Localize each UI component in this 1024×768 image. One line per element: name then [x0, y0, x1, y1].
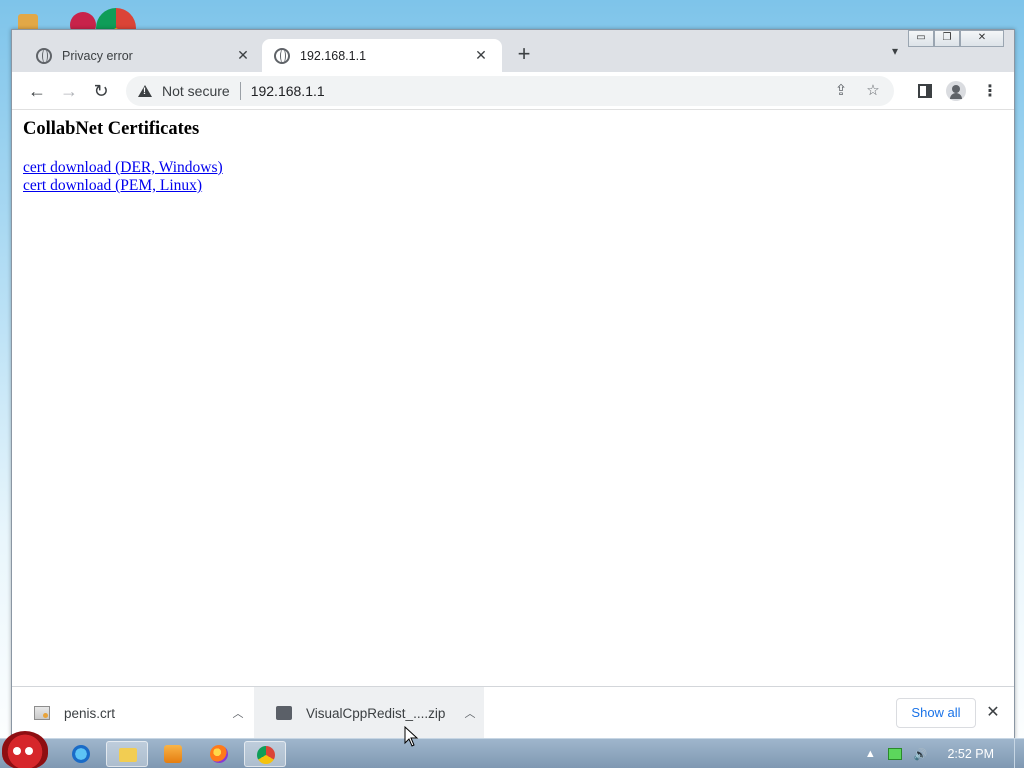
- show-desktop-button[interactable]: [1014, 739, 1024, 768]
- close-tab-icon[interactable]: ✕: [234, 47, 252, 64]
- more-menu-icon[interactable]: ⋮: [979, 81, 1001, 103]
- taskbar-file-explorer[interactable]: [106, 741, 148, 767]
- page-heading: CollabNet Certificates: [23, 119, 200, 139]
- close-download-shelf-icon[interactable]: ✕: [984, 702, 1002, 722]
- download-item[interactable]: penis.crt ︿: [12, 687, 252, 739]
- omnibox-actions: ⇪ ☆: [820, 81, 884, 101]
- window-caption-buttons: ▭ ❐ ✕: [908, 30, 1004, 47]
- profile-avatar-icon[interactable]: [945, 81, 967, 103]
- firefox-icon: [210, 745, 228, 763]
- taskbar-internet-explorer[interactable]: [60, 741, 102, 767]
- globe-icon: [274, 47, 290, 64]
- folder-icon: [119, 748, 137, 762]
- page-content: CollabNet Certificates cert download (DE…: [12, 110, 1014, 686]
- taskbar: ▲ 🔊 2:52 PM: [0, 731, 1024, 768]
- side-panel-icon[interactable]: [914, 81, 936, 103]
- clock[interactable]: 2:52 PM: [947, 747, 994, 761]
- taskbar-media-player[interactable]: [152, 741, 194, 767]
- network-icon[interactable]: [887, 748, 902, 760]
- certificate-file-icon: [34, 706, 50, 720]
- new-tab-button[interactable]: +: [512, 43, 536, 67]
- window-close-button[interactable]: ✕: [960, 30, 1004, 47]
- cert-download-der-link[interactable]: cert download (DER, Windows): [23, 159, 223, 177]
- bookmark-star-icon[interactable]: ☆: [862, 81, 884, 101]
- tab-title: Privacy error: [62, 48, 133, 63]
- browser-toolbar: ← → ↻ Not secure 192.168.1.1 ⇪ ☆ ⋮: [12, 72, 1014, 110]
- media-player-icon: [164, 745, 182, 763]
- volume-icon[interactable]: 🔊: [914, 748, 928, 761]
- taskbar-firefox[interactable]: [198, 741, 240, 767]
- restore-button[interactable]: ❐: [934, 30, 960, 47]
- globe-icon: [36, 47, 52, 64]
- close-tab-icon[interactable]: ✕: [472, 47, 490, 64]
- chevron-up-icon[interactable]: ︿: [456, 705, 484, 721]
- tab-strip: Privacy error ✕ 192.168.1.1 ✕ + ▾ ▭ ❐ ✕: [12, 30, 1014, 72]
- download-filename: VisualCppRedist_....zip: [306, 705, 446, 721]
- reload-button[interactable]: ↻: [89, 79, 113, 103]
- download-shelf: penis.crt ︿ VisualCppRedist_....zip ︿ Sh…: [12, 686, 1014, 739]
- zip-archive-icon: [276, 706, 292, 720]
- address-bar[interactable]: Not secure 192.168.1.1 ⇪ ☆: [126, 76, 894, 106]
- chevron-up-icon[interactable]: ︿: [224, 705, 252, 721]
- warning-icon: [138, 85, 152, 97]
- divider: [239, 82, 241, 100]
- browser-window: Privacy error ✕ 192.168.1.1 ✕ + ▾ ▭ ❐ ✕ …: [11, 29, 1015, 739]
- url-text[interactable]: 192.168.1.1: [251, 83, 325, 99]
- tab-search-chevron-icon[interactable]: ▾: [884, 44, 906, 66]
- forward-button[interactable]: →: [57, 79, 81, 103]
- back-button[interactable]: ←: [25, 79, 49, 103]
- tab-privacy-error[interactable]: Privacy error ✕: [24, 39, 264, 72]
- taskbar-chrome[interactable]: [244, 741, 286, 767]
- cert-download-pem-link[interactable]: cert download (PEM, Linux): [23, 177, 202, 195]
- tab-title: 192.168.1.1: [300, 48, 367, 63]
- show-hidden-icons-icon[interactable]: ▲: [865, 748, 876, 760]
- tab-192-168-1-1[interactable]: 192.168.1.1 ✕: [262, 39, 502, 72]
- security-status[interactable]: Not secure: [162, 83, 230, 99]
- chrome-icon: [257, 746, 275, 764]
- show-all-downloads-button[interactable]: Show all: [896, 698, 976, 728]
- download-filename: penis.crt: [64, 705, 116, 721]
- share-icon[interactable]: ⇪: [830, 81, 852, 101]
- system-tray: ▲ 🔊 2:52 PM: [865, 739, 1024, 768]
- start-button[interactable]: [2, 731, 48, 768]
- minimize-button[interactable]: ▭: [908, 30, 934, 47]
- download-item[interactable]: VisualCppRedist_....zip ︿: [254, 687, 484, 739]
- internet-explorer-icon: [72, 745, 90, 763]
